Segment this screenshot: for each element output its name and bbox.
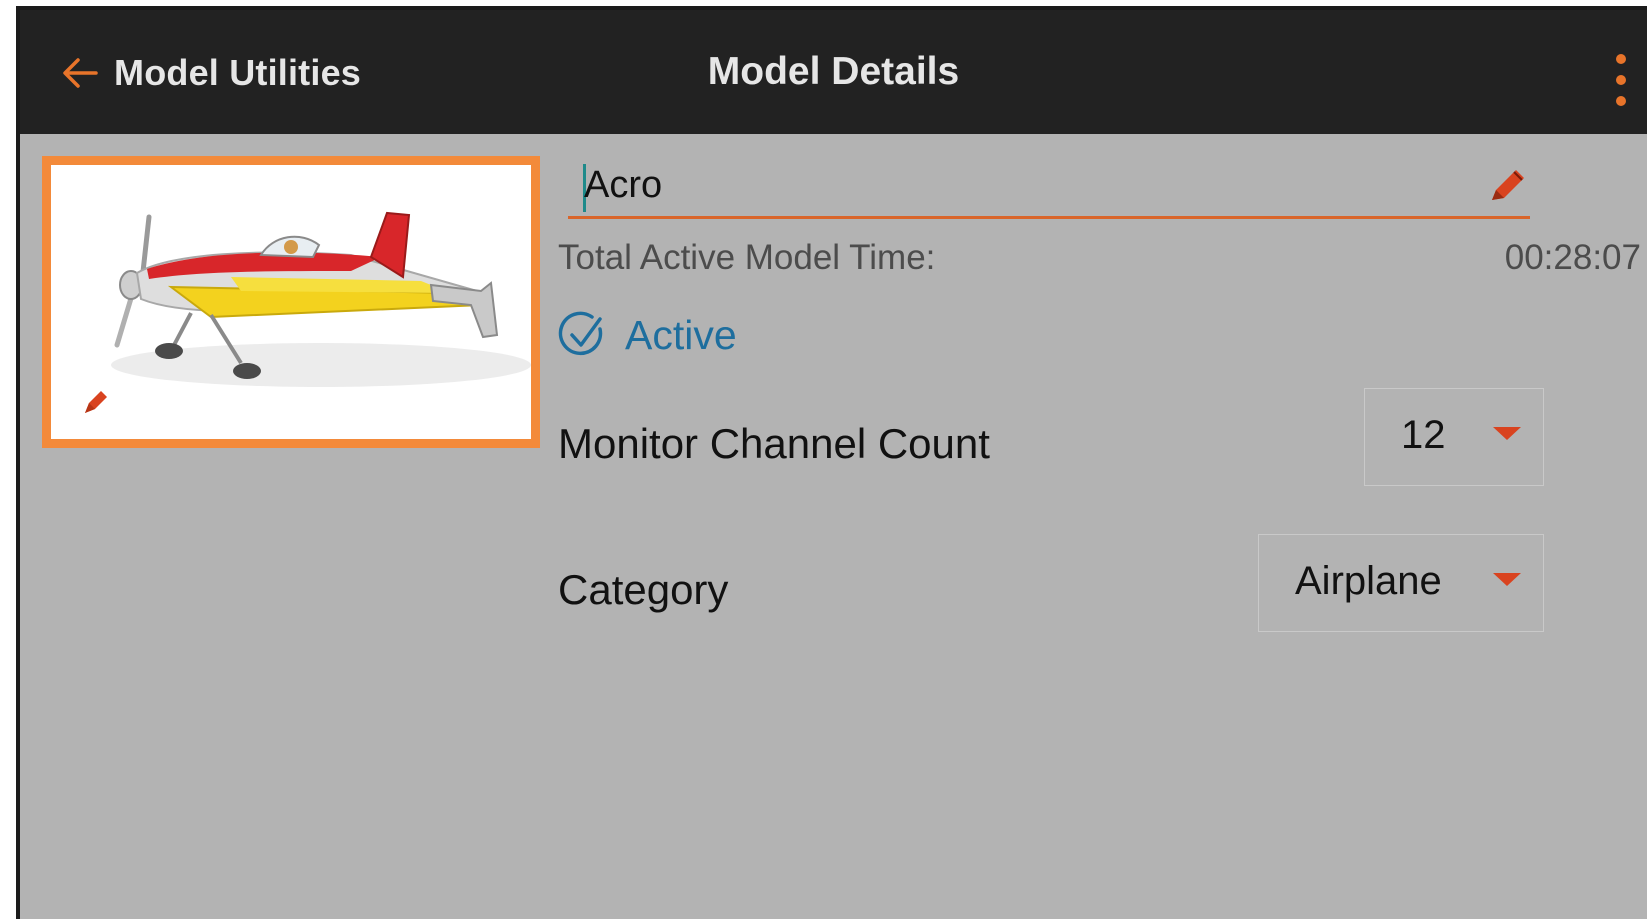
check-circle-icon: [558, 311, 603, 356]
active-checkbox[interactable]: Active: [556, 308, 737, 362]
category-dropdown[interactable]: Airplane: [1258, 534, 1544, 632]
chevron-down-icon: [1493, 427, 1521, 440]
airplane-image: [111, 211, 531, 387]
monitor-channel-dropdown[interactable]: 12: [1364, 388, 1544, 486]
back-label: Model Utilities: [114, 52, 362, 93]
chevron-down-icon: [1493, 573, 1521, 586]
pencil-icon: [85, 391, 107, 413]
category-label: Category: [558, 566, 729, 613]
top-app-bar: Model Utilities Model Details: [20, 10, 1647, 134]
back-button[interactable]: Model Utilities: [58, 48, 361, 98]
category-value: Airplane: [1295, 559, 1442, 603]
monitor-channel-label: Monitor Channel Count: [558, 420, 990, 467]
total-time-value: 00:28:07: [1504, 238, 1641, 277]
model-name-value: Acro: [584, 164, 663, 206]
total-time-label: Total Active Model Time:: [558, 238, 936, 277]
model-image-button[interactable]: [42, 156, 540, 448]
pencil-icon[interactable]: [1484, 162, 1530, 208]
model-details-screen: Model Utilities Model Details Acro Total…: [16, 6, 1647, 919]
active-label: Active: [625, 311, 737, 358]
arrow-left-icon: [63, 58, 98, 88]
model-name-input[interactable]: Acro: [568, 156, 1530, 219]
monitor-channel-value: 12: [1401, 413, 1446, 457]
more-vertical-icon[interactable]: [1601, 52, 1641, 108]
